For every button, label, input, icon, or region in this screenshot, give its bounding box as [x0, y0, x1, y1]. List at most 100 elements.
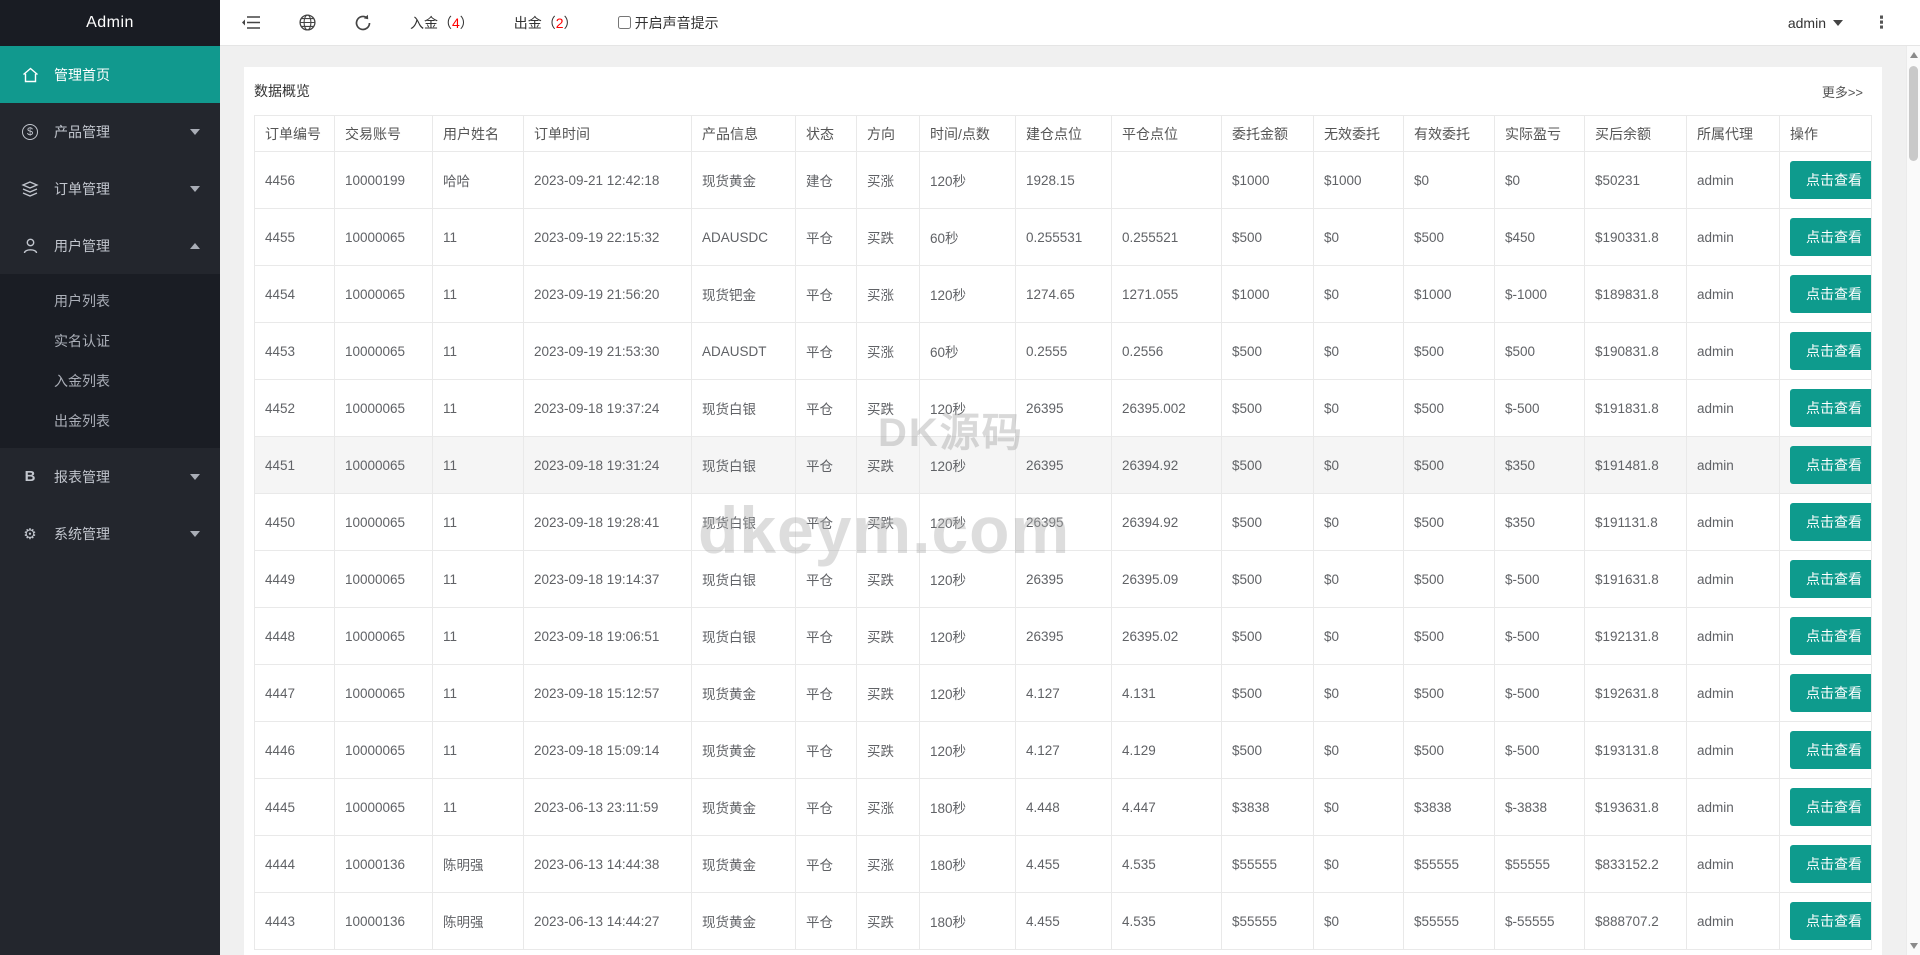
sidebar-item-withdraw-list[interactable]: 出金列表	[0, 401, 220, 441]
cell-profit: $500	[1494, 322, 1585, 380]
scrollbar	[1906, 46, 1920, 955]
cell-account: 10000065	[334, 436, 433, 494]
user-icon	[20, 237, 40, 255]
cell-account: 10000065	[334, 607, 433, 665]
column-header: 无效委托	[1313, 115, 1404, 152]
view-button[interactable]: 点击查看	[1790, 731, 1871, 769]
sidebar-item-system[interactable]: ⚙ 系统管理	[0, 505, 220, 562]
globe-icon[interactable]	[299, 14, 316, 31]
cell-open-point: 26395	[1015, 379, 1112, 437]
view-button[interactable]: 点击查看	[1790, 788, 1871, 826]
refresh-icon[interactable]	[354, 14, 372, 32]
topbar: 入金（4） 出金（2） 开启声音提示 admin ⋮	[220, 0, 1920, 46]
sidebar-item-products[interactable]: $ 产品管理	[0, 103, 220, 160]
view-button[interactable]: 点击查看	[1790, 503, 1871, 541]
cell-agent: admin	[1686, 379, 1780, 437]
sound-toggle[interactable]: 开启声音提示	[617, 13, 719, 33]
cell-open-point: 26395	[1015, 607, 1112, 665]
sidebar-item-orders[interactable]: 订单管理	[0, 160, 220, 217]
cell-invalid: $0	[1313, 493, 1404, 551]
view-button[interactable]: 点击查看	[1790, 446, 1871, 484]
cell-product: ADAUSDC	[691, 208, 796, 266]
cell-order-time: 2023-09-18 19:14:37	[523, 550, 692, 608]
menu-fold-icon[interactable]	[242, 15, 261, 30]
column-header: 实际盈亏	[1494, 115, 1585, 152]
sidebar-item-label: 订单管理	[54, 180, 110, 197]
cell-valid: $500	[1403, 322, 1495, 380]
view-button[interactable]: 点击查看	[1790, 902, 1871, 940]
cell-product: 现货黄金	[691, 721, 796, 779]
table-row: 4447 10000065 11 2023-09-18 15:12:57 现货黄金 平仓买…	[254, 664, 1872, 722]
sidebar-item-reports[interactable]: B 报表管理	[0, 448, 220, 505]
view-button[interactable]: 点击查看	[1790, 218, 1871, 256]
app-title: Admin	[0, 0, 220, 46]
cell-profit: $-3838	[1494, 778, 1585, 836]
cell-status: 平仓	[795, 550, 857, 608]
view-button[interactable]: 点击查看	[1790, 617, 1871, 655]
cell-account: 10000065	[334, 778, 433, 836]
layers-icon	[20, 180, 40, 198]
sound-checkbox[interactable]	[617, 16, 631, 29]
scrollbar-thumb[interactable]	[1909, 66, 1918, 161]
cell-action: 点击查看	[1779, 664, 1872, 722]
view-button[interactable]: 点击查看	[1790, 332, 1871, 370]
deposit-link[interactable]: 入金（4）	[410, 13, 474, 33]
cell-order-no: 4453	[254, 322, 335, 380]
user-menu[interactable]: admin	[1788, 15, 1843, 31]
cell-agent: admin	[1686, 835, 1780, 893]
cell-amount: $1000	[1221, 151, 1314, 209]
cell-order-time: 2023-06-13 14:44:27	[523, 892, 692, 950]
cell-open-point: 1928.15	[1015, 151, 1112, 209]
sidebar-item-label: 报表管理	[54, 468, 110, 485]
cell-valid: $1000	[1403, 265, 1495, 323]
cell-valid: $55555	[1403, 892, 1495, 950]
column-header: 时间/点数	[919, 115, 1016, 152]
cell-valid: $500	[1403, 436, 1495, 494]
cell-agent: admin	[1686, 721, 1780, 779]
cell-close-point: 1271.055	[1111, 265, 1222, 323]
cell-status: 平仓	[795, 208, 857, 266]
sidebar-item-user-list[interactable]: 用户列表	[0, 281, 220, 321]
cell-product: 现货白银	[691, 607, 796, 665]
sidebar-item-realname-auth[interactable]: 实名认证	[0, 321, 220, 361]
view-button[interactable]: 点击查看	[1790, 845, 1871, 883]
cell-invalid: $1000	[1313, 151, 1404, 209]
cell-balance: $191831.8	[1584, 379, 1687, 437]
sidebar-item-deposit-list[interactable]: 入金列表	[0, 361, 220, 401]
view-button[interactable]: 点击查看	[1790, 275, 1871, 313]
cell-product: 现货白银	[691, 493, 796, 551]
cell-order-no: 4448	[254, 607, 335, 665]
cell-profit: $55555	[1494, 835, 1585, 893]
cell-close-point	[1111, 151, 1222, 209]
scroll-up-arrow[interactable]	[1910, 52, 1918, 58]
cell-valid: $500	[1403, 607, 1495, 665]
withdraw-link[interactable]: 出金（2）	[514, 13, 578, 33]
column-header: 用户姓名	[432, 115, 524, 152]
cell-agent: admin	[1686, 892, 1780, 950]
sidebar-item-dashboard[interactable]: 管理首页	[0, 46, 220, 103]
cell-balance: $50231	[1584, 151, 1687, 209]
view-button[interactable]: 点击查看	[1790, 389, 1871, 427]
cell-action: 点击查看	[1779, 550, 1872, 608]
cell-duration: 180秒	[919, 892, 1016, 950]
cell-valid: $500	[1403, 550, 1495, 608]
cell-username: 11	[432, 550, 524, 608]
cell-username: 11	[432, 208, 524, 266]
users-submenu: 用户列表 实名认证 入金列表 出金列表	[0, 274, 220, 448]
sidebar-item-users[interactable]: 用户管理	[0, 217, 220, 274]
cell-open-point: 0.255531	[1015, 208, 1112, 266]
column-header: 委托金额	[1221, 115, 1314, 152]
cell-profit: $0	[1494, 151, 1585, 209]
cell-status: 建仓	[795, 151, 857, 209]
cell-close-point: 4.447	[1111, 778, 1222, 836]
cell-valid: $500	[1403, 493, 1495, 551]
cell-duration: 180秒	[919, 778, 1016, 836]
more-link[interactable]: 更多>>	[1822, 82, 1863, 101]
cell-username: 哈哈	[432, 151, 524, 209]
view-button[interactable]: 点击查看	[1790, 161, 1871, 199]
cell-username: 11	[432, 607, 524, 665]
scroll-down-arrow[interactable]	[1910, 943, 1918, 949]
more-menu-icon[interactable]: ⋮	[1873, 13, 1890, 33]
view-button[interactable]: 点击查看	[1790, 560, 1871, 598]
view-button[interactable]: 点击查看	[1790, 674, 1871, 712]
